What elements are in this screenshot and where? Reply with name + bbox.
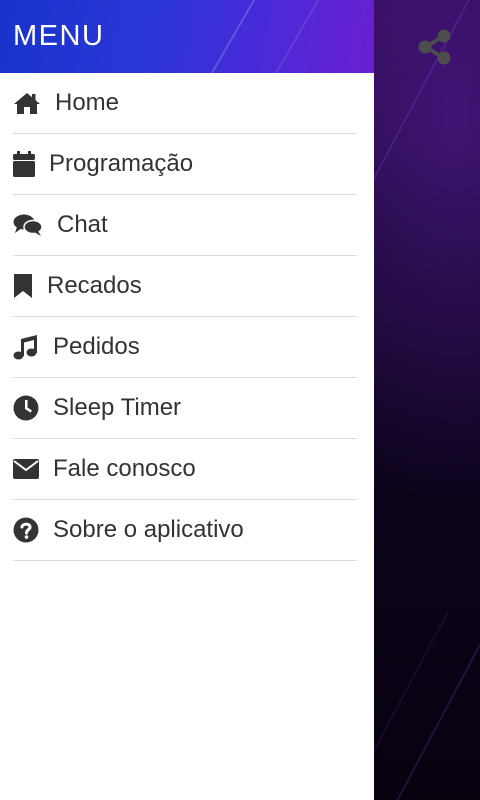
chat-icon	[13, 211, 43, 239]
menu-item-programacao[interactable]: Programação	[13, 134, 357, 195]
clock-icon	[13, 394, 39, 422]
share-icon	[418, 29, 451, 65]
screen: MENU Home Programação Chat Recados Pedid…	[0, 0, 480, 800]
menu-item-label: Home	[55, 89, 120, 116]
menu-item-label: Chat	[57, 211, 108, 238]
menu-list: Home Programação Chat Recados Pedidos Sl…	[0, 73, 374, 561]
envelope-icon	[13, 455, 39, 483]
header-streak	[265, 0, 337, 73]
question-circle-icon	[13, 516, 39, 544]
music-note-icon	[13, 333, 39, 361]
menu-item-sleep-timer[interactable]: Sleep Timer	[13, 378, 357, 439]
navigation-drawer: MENU Home Programação Chat Recados Pedid…	[0, 0, 374, 800]
calendar-icon	[13, 150, 35, 178]
menu-item-label: Pedidos	[53, 333, 140, 360]
header-streak	[195, 0, 267, 73]
menu-item-label: Fale conosco	[53, 455, 196, 482]
share-button[interactable]	[412, 24, 458, 70]
menu-item-fale-conosco[interactable]: Fale conosco	[13, 439, 357, 500]
home-icon	[13, 89, 41, 117]
drawer-title: MENU	[13, 20, 105, 52]
menu-item-recados[interactable]: Recados	[13, 256, 357, 317]
menu-item-chat[interactable]: Chat	[13, 195, 357, 256]
menu-item-sobre[interactable]: Sobre o aplicativo	[13, 500, 357, 561]
menu-item-label: Sleep Timer	[53, 394, 182, 421]
bookmark-icon	[13, 272, 33, 300]
menu-item-home[interactable]: Home	[13, 73, 357, 134]
menu-item-label: Sobre o aplicativo	[53, 516, 244, 543]
menu-item-label: Programação	[49, 150, 194, 177]
drawer-header: MENU	[0, 0, 374, 73]
menu-item-pedidos[interactable]: Pedidos	[13, 317, 357, 378]
menu-item-label: Recados	[47, 272, 142, 299]
